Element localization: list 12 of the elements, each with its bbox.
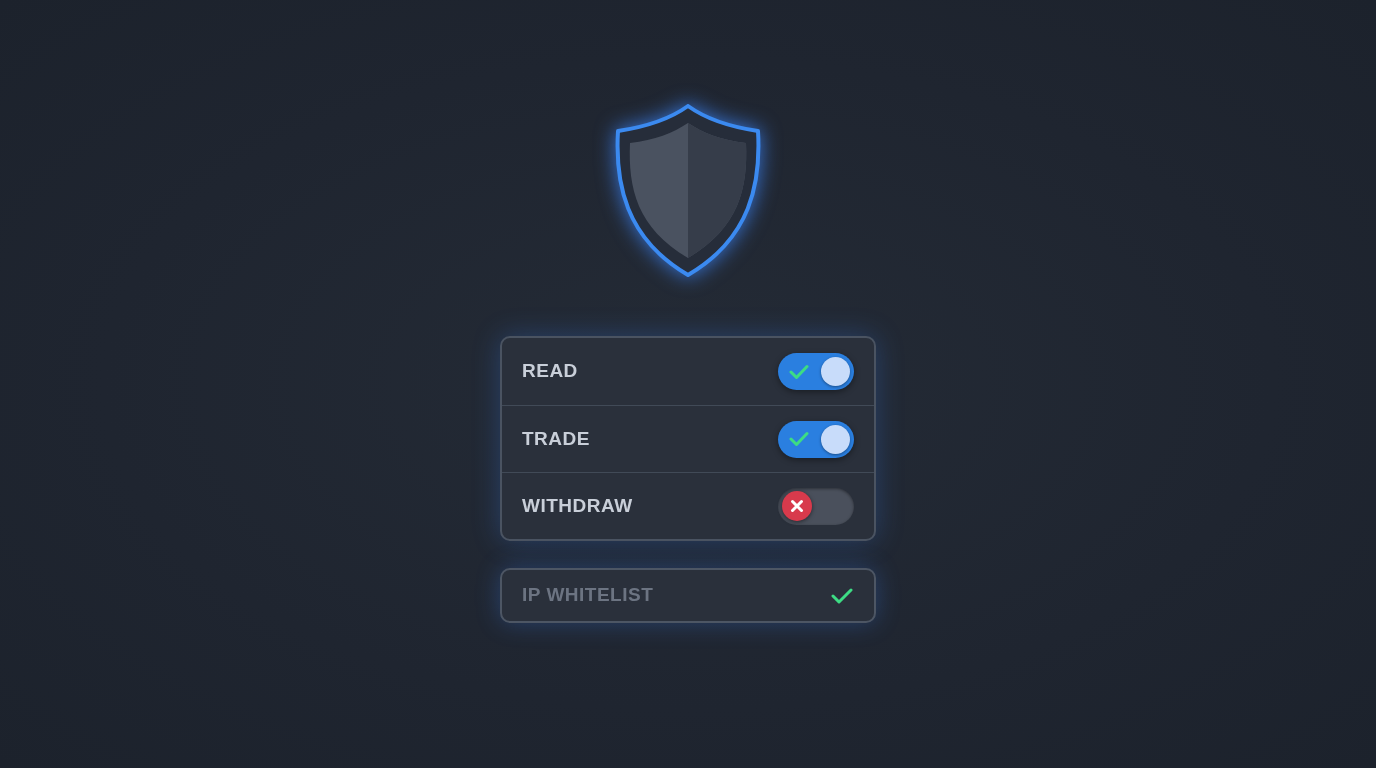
toggle-switch[interactable] xyxy=(778,420,854,458)
toggle-knob xyxy=(821,424,850,454)
permission-label: WITHDRAW xyxy=(522,493,633,518)
check-icon xyxy=(789,363,809,380)
check-icon xyxy=(789,431,809,447)
x-icon xyxy=(782,491,812,521)
ip-whitelist-label: IP WHITELIST xyxy=(522,583,654,608)
permission-label: READ xyxy=(522,359,578,384)
toggle-knob xyxy=(821,357,850,386)
permission-label: TRADE xyxy=(522,426,590,451)
toggle-switch[interactable] xyxy=(778,487,854,525)
toggle-switch[interactable] xyxy=(778,353,854,390)
